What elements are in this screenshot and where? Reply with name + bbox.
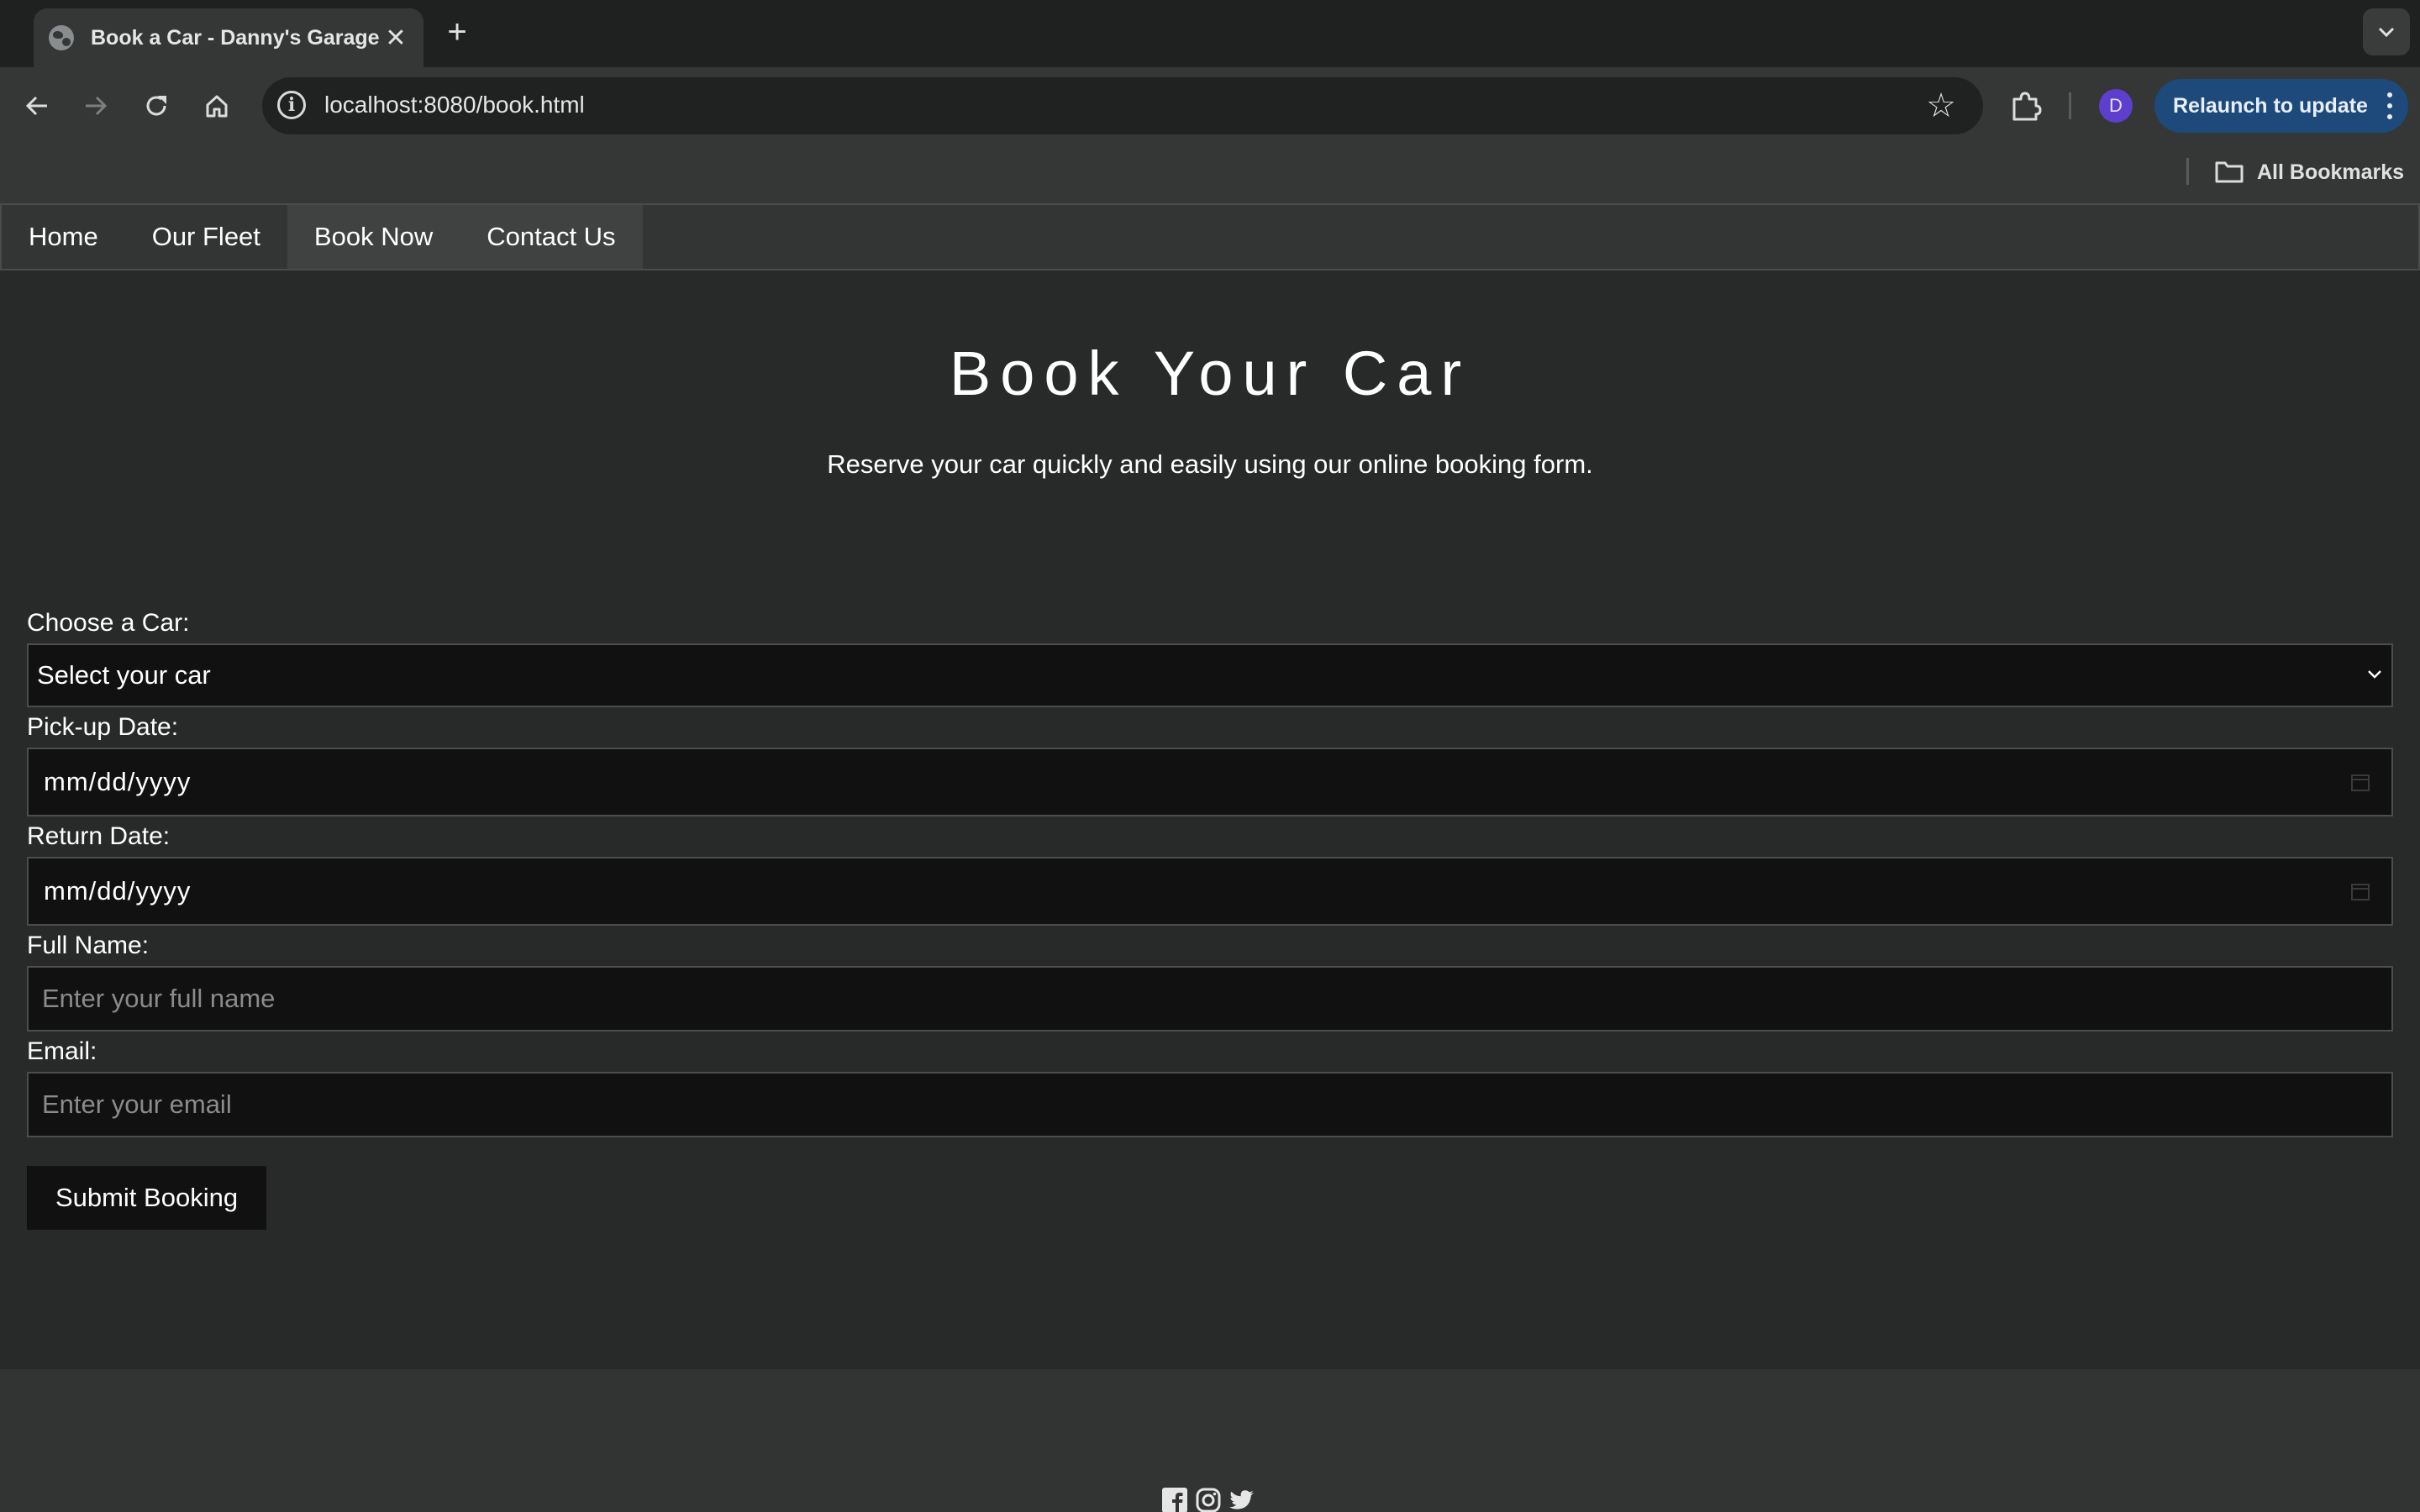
return-date-value: mm/dd/yyyy xyxy=(44,876,192,906)
all-bookmarks-button[interactable]: All Bookmarks xyxy=(2257,160,2404,185)
car-select-value: Select your car xyxy=(37,660,211,690)
forward-icon xyxy=(86,96,108,116)
full-name-placeholder: Enter your full name xyxy=(42,984,276,1013)
nav-contact-us[interactable]: Contact Us xyxy=(460,205,643,269)
relaunch-label: Relaunch to update xyxy=(2173,93,2368,118)
page-title: Book Your Car xyxy=(949,339,1471,408)
calendar-icon[interactable] xyxy=(2349,880,2371,902)
back-button[interactable] xyxy=(18,87,55,124)
url-text[interactable]: localhost:8080/book.html xyxy=(324,91,585,119)
back-icon xyxy=(25,96,47,116)
site-info-icon[interactable]: i xyxy=(277,91,306,119)
return-date-label: Return Date: xyxy=(27,822,171,850)
email-placeholder: Enter your email xyxy=(42,1089,232,1119)
nav-book-now[interactable]: Book Now xyxy=(287,205,460,269)
relaunch-button[interactable]: Relaunch to update xyxy=(2154,79,2408,133)
star-icon[interactable]: ☆ xyxy=(1923,87,1960,124)
new-tab-button[interactable]: + xyxy=(440,15,474,49)
email-label: Email: xyxy=(27,1037,97,1065)
home-button[interactable] xyxy=(198,87,235,124)
forward-button[interactable] xyxy=(77,87,114,124)
full-name-input[interactable]: Enter your full name xyxy=(27,966,2393,1032)
chevron-down-icon xyxy=(2368,670,2381,679)
calendar-icon[interactable] xyxy=(2349,771,2371,793)
reload-button[interactable] xyxy=(138,87,175,124)
pickup-date-label: Pick-up Date: xyxy=(27,713,179,741)
folder-icon xyxy=(2215,161,2244,183)
favicon-globe-icon xyxy=(49,25,74,50)
tab-search-button[interactable] xyxy=(2363,8,2410,55)
pickup-date-value: mm/dd/yyyy xyxy=(44,767,192,796)
profile-avatar[interactable]: D xyxy=(2099,89,2133,123)
facebook-icon[interactable] xyxy=(1161,1487,1188,1512)
email-input[interactable]: Enter your email xyxy=(27,1072,2393,1137)
car-label: Choose a Car: xyxy=(27,609,190,637)
nav-home[interactable]: Home xyxy=(2,205,125,269)
more-menu-icon[interactable] xyxy=(2386,92,2393,119)
reload-icon xyxy=(146,96,166,116)
full-name-label: Full Name: xyxy=(27,932,150,959)
browser-tab[interactable]: Book a Car - Danny's Garage ✕ xyxy=(34,8,424,67)
extensions-icon xyxy=(2012,92,2042,121)
tab-strip: Book a Car - Danny's Garage ✕ + xyxy=(0,0,2420,67)
page-subtitle: Reserve your car quickly and easily usin… xyxy=(827,449,1593,479)
return-date-input[interactable]: mm/dd/yyyy xyxy=(27,857,2393,926)
twitter-icon[interactable] xyxy=(1228,1487,1255,1512)
toolbar-divider xyxy=(2069,92,2071,119)
tab-title: Book a Car - Danny's Garage xyxy=(91,25,380,50)
tab-close-button[interactable]: ✕ xyxy=(383,24,408,53)
home-icon xyxy=(206,95,228,118)
pickup-date-input[interactable]: mm/dd/yyyy xyxy=(27,748,2393,816)
bookmarks-divider xyxy=(2186,158,2189,185)
submit-booking-button[interactable]: Submit Booking xyxy=(27,1166,266,1230)
tab-search-icon xyxy=(2378,27,2395,38)
nav-our-fleet[interactable]: Our Fleet xyxy=(125,205,287,269)
car-select[interactable]: Select your car xyxy=(27,643,2393,707)
site-navigation: Home Our Fleet Book Now Contact Us xyxy=(0,203,2420,270)
extensions-button[interactable] xyxy=(2007,87,2044,124)
instagram-icon[interactable] xyxy=(1195,1487,1222,1512)
